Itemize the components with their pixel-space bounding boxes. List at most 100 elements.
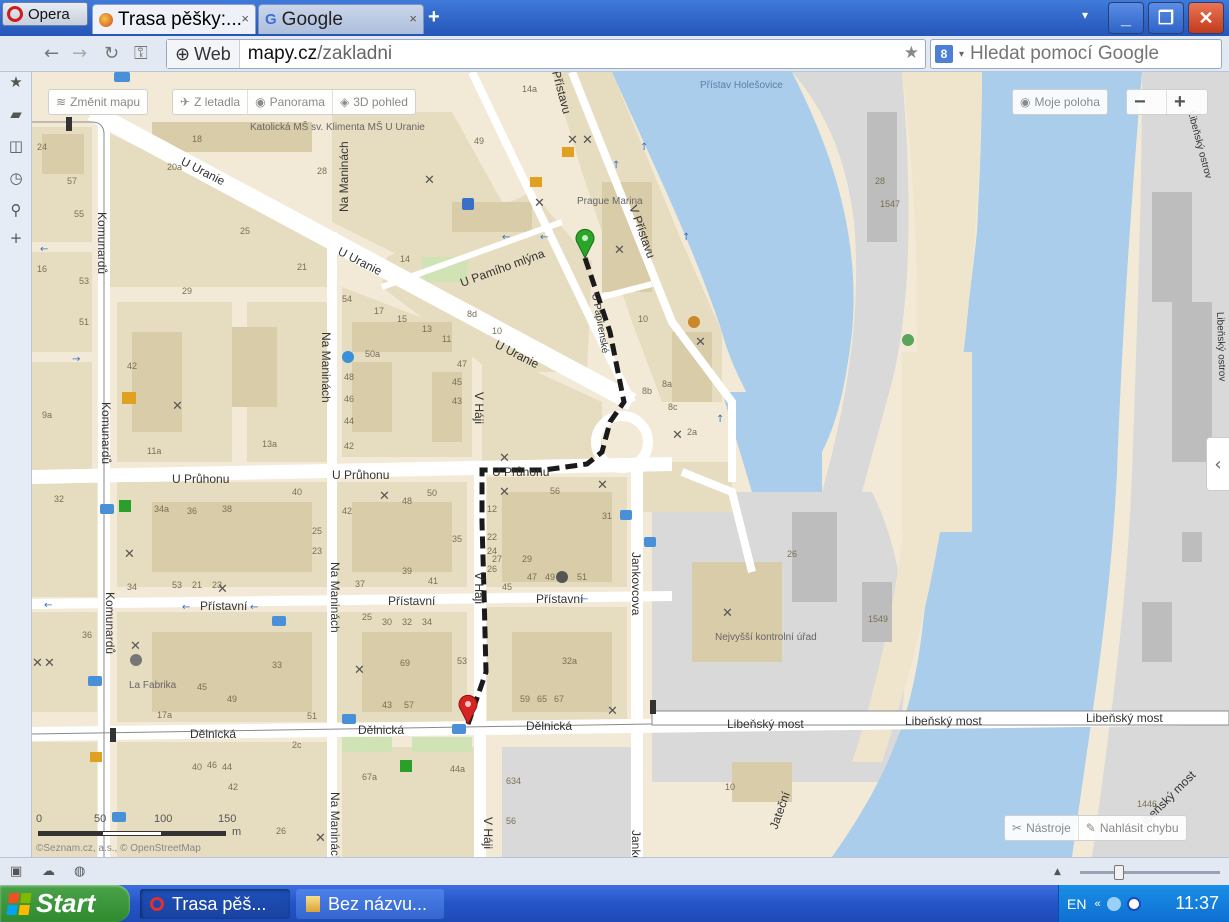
site-info-badge[interactable]: ⊕ Web: [167, 40, 240, 68]
zoom-up-icon[interactable]: ▲: [1054, 867, 1061, 877]
turbo-icon[interactable]: ◍: [74, 864, 85, 879]
restaurant-icon: ✕: [534, 196, 545, 211]
house-number: 36: [187, 506, 197, 516]
map-viewport[interactable]: U Uranie U Uranie U Uranie Na Maninách N…: [32, 72, 1229, 857]
house-number: 42: [344, 441, 354, 451]
my-location-label: Moje poloha: [1034, 95, 1100, 109]
zoom-in-button[interactable]: +: [1167, 90, 1207, 114]
skype-icon[interactable]: [1126, 896, 1141, 911]
tab-menu-icon[interactable]: ▾: [1082, 8, 1088, 22]
house-number: 39: [402, 566, 412, 576]
house-number: 2c: [292, 740, 302, 750]
forward-arrow-icon[interactable]: →: [72, 43, 87, 64]
house-number: 18: [192, 134, 202, 144]
reload-icon[interactable]: ↻: [104, 43, 119, 64]
zoom-out-button[interactable]: −: [1127, 90, 1167, 114]
change-map-button[interactable]: ≋ Změnit mapu: [49, 90, 147, 114]
my-location-button[interactable]: ◉ Moje poloha: [1013, 90, 1107, 114]
maximize-button[interactable]: ❐: [1148, 2, 1184, 34]
street-label: Na Maninách: [328, 792, 342, 857]
museum-icon: [688, 316, 700, 328]
search-engine-dropdown-icon[interactable]: ▾: [959, 49, 964, 60]
restaurant-icon: ✕: [499, 451, 510, 466]
house-number: 42: [127, 361, 137, 371]
history-clock-icon[interactable]: ◷: [8, 170, 24, 186]
restaurant-icon: ✕: [695, 335, 706, 350]
opera-link-icon[interactable]: ☁: [42, 864, 55, 879]
scale-unit: m: [232, 826, 242, 838]
site-info-label: Web: [194, 43, 231, 64]
restaurant-icon: ✕: [567, 133, 578, 148]
panorama-label: Panorama: [269, 95, 325, 109]
house-number: 25: [240, 226, 250, 236]
bookmarks-star-icon[interactable]: ★: [8, 74, 24, 90]
close-window-button[interactable]: ✕: [1188, 2, 1224, 34]
tab-google[interactable]: G Google ×: [258, 4, 424, 34]
aerial-view-button[interactable]: ✈ Z letadla: [173, 90, 249, 114]
scale-label: 150: [218, 813, 237, 825]
house-number: 48: [344, 372, 354, 382]
restaurant-icon: ✕: [614, 243, 625, 258]
add-panel-icon[interactable]: +: [8, 230, 24, 246]
minimize-button[interactable]: _: [1108, 2, 1144, 34]
start-button[interactable]: Start: [0, 885, 130, 922]
url-text[interactable]: mapy.cz/zakladni: [240, 43, 392, 65]
key-icon[interactable]: ⚿: [134, 43, 148, 64]
network-icon[interactable]: [1106, 896, 1121, 911]
close-tab-icon[interactable]: ×: [241, 11, 249, 26]
restaurant-icon: ✕: [217, 582, 228, 597]
cafe-icon: [556, 571, 568, 583]
poi-label: Katolická MŠ sv. Klimenta MŠ U Uranie: [250, 120, 425, 133]
taskbar-item-opera[interactable]: Trasa pěš...: [140, 889, 290, 919]
restaurant-icon: ✕: [499, 485, 510, 500]
taskbar-item-paint[interactable]: Bez názvu...: [296, 889, 444, 919]
house-number: 10: [638, 314, 648, 324]
bookmark-star-icon[interactable]: ★: [904, 43, 919, 63]
panorama-button[interactable]: ◉ Panorama: [248, 90, 333, 114]
address-field[interactable]: ⊕ Web mapy.cz/zakladni ★: [166, 39, 926, 69]
search-field[interactable]: 8 ▾: [930, 39, 1222, 69]
report-error-button[interactable]: ✎ Nahlásit chybu: [1079, 816, 1186, 840]
back-arrow-icon[interactable]: ←: [44, 43, 59, 64]
search-input[interactable]: [970, 43, 1211, 65]
map-canvas[interactable]: U Uranie U Uranie U Uranie Na Maninách N…: [32, 72, 1229, 857]
zoom-slider-handle[interactable]: [1114, 865, 1124, 880]
poi-label: Přístav Holešovice: [700, 80, 783, 91]
house-number: 38: [222, 504, 232, 514]
tray-expand-icon[interactable]: «: [1094, 898, 1100, 910]
street-label: Komunardů: [95, 212, 109, 274]
house-number: 45: [452, 377, 462, 387]
3d-view-button[interactable]: ◈ 3D pohled: [333, 90, 415, 114]
parking-icon: [462, 198, 474, 210]
opera-logo-icon: [7, 6, 23, 22]
house-number: 36: [82, 630, 92, 640]
clock[interactable]: 11:37: [1175, 893, 1219, 914]
house-number: 30: [382, 617, 392, 627]
house-number: 42: [228, 782, 238, 792]
paint-icon: [306, 896, 320, 912]
mapy-favicon-icon: [99, 12, 113, 27]
house-number: 14a: [522, 84, 537, 94]
map-attribution[interactable]: ©Seznam.cz, a.s., © OpenStreetMap: [36, 843, 201, 854]
search-engine-icon[interactable]: 8: [935, 45, 953, 63]
opera-menu-button[interactable]: Opera: [2, 2, 88, 26]
page-zoom-slider[interactable]: [1080, 865, 1220, 880]
tab-label: Google: [281, 8, 343, 30]
street-label: U Průhonu: [172, 472, 229, 486]
tools-button[interactable]: ✂ Nástroje: [1005, 816, 1079, 840]
poi-label: Nejvyšší kontrolní úřad: [715, 632, 817, 643]
notes-icon[interactable]: ▰: [8, 106, 24, 122]
new-tab-button[interactable]: +: [428, 6, 440, 29]
house-number: 67a: [362, 772, 377, 782]
search-icon[interactable]: ⚲: [8, 202, 24, 218]
restaurant-icon: ✕: [722, 606, 733, 621]
house-number: 26: [787, 549, 797, 559]
house-number: 1446: [1137, 799, 1157, 809]
close-tab-icon[interactable]: ×: [409, 11, 417, 26]
collapse-panel-button[interactable]: ‹: [1206, 437, 1229, 491]
tab-route[interactable]: Trasa pěšky:... ×: [92, 4, 256, 34]
street-label: Přístavní: [536, 592, 584, 606]
panel-toggle-icon[interactable]: ▣: [10, 864, 22, 879]
language-indicator[interactable]: EN: [1067, 896, 1086, 912]
unite-icon[interactable]: ◫: [8, 138, 24, 154]
